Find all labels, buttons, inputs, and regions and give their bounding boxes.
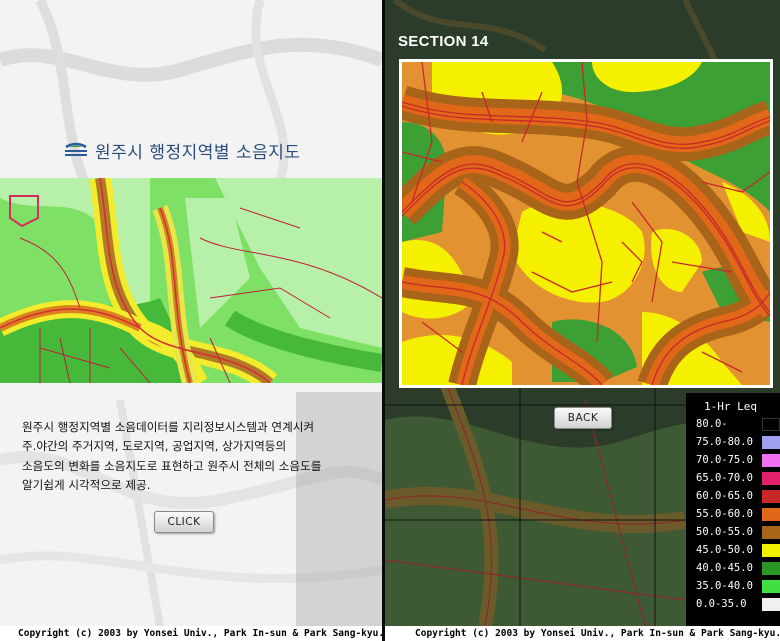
legend-label: 75.0-80.0 xyxy=(696,436,753,448)
legend-swatch xyxy=(762,580,780,593)
legend-swatch xyxy=(762,490,780,503)
legend-item: 35.0-40.0 xyxy=(686,579,780,593)
description-line: 원주시 행정지역별 소음데이터를 지리정보시스템과 연계시켜 xyxy=(22,420,315,434)
legend-swatch xyxy=(762,526,780,539)
legend-label: 35.0-40.0 xyxy=(696,580,753,592)
description-line: 알기쉽게 시각적으로 제공. xyxy=(22,477,151,492)
description: 원주시 행정지역별 소음데이터를 지리정보시스템과 연계시켜 주.야간의 주거지… xyxy=(22,418,367,495)
section-panel: SECTION 14 BACK 1-Hr Leq 80.0- 75.0-80.0… xyxy=(385,0,780,641)
section-title: SECTION 14 xyxy=(398,33,489,50)
legend-label: 80.0- xyxy=(696,418,728,430)
click-button[interactable]: CLICK xyxy=(154,511,214,533)
legend-item: 80.0- xyxy=(686,417,780,431)
legend-label: 65.0-70.0 xyxy=(696,472,753,484)
description-line: 소음도의 변화를 소음지도로 표현하고 원주시 전체의 소음도를 xyxy=(22,458,322,473)
legend-swatch xyxy=(762,544,780,557)
copyright-right: Copyright (c) 2003 by Yonsei Univ., Park… xyxy=(385,626,780,641)
city-logo-icon xyxy=(65,142,87,156)
legend-item: 40.0-45.0 xyxy=(686,561,780,575)
legend-swatch xyxy=(762,472,780,485)
legend-swatch xyxy=(762,508,780,521)
legend-label: 45.0-50.0 xyxy=(696,544,753,556)
legend-label: 50.0-55.0 xyxy=(696,526,753,538)
section-noise-map xyxy=(402,62,770,385)
noise-legend: 1-Hr Leq 80.0- 75.0-80.0 70.0-75.0 65.0-… xyxy=(686,393,780,626)
legend-item: 75.0-80.0 xyxy=(686,435,780,449)
intro-panel: 원주시 행정지역별 소음지도 원주시 행정지역별 소음데이터를 지리정보시스템과… xyxy=(0,0,382,641)
legend-item: 70.0-75.0 xyxy=(686,453,780,467)
legend-swatch xyxy=(762,598,780,611)
section-map-frame xyxy=(399,59,773,388)
copyright-left: Copyright (c) 2003 by Yonsei Univ., Park… xyxy=(0,626,382,641)
description-line: 주.야간의 주거지역, 도로지역, 공업지역, 상가지역등의 xyxy=(22,439,287,454)
legend-item: 50.0-55.0 xyxy=(686,525,780,539)
legend-label: 0.0-35.0 xyxy=(696,598,747,610)
legend-item: 55.0-60.0 xyxy=(686,507,780,521)
page-title: 원주시 행정지역별 소음지도 xyxy=(64,137,301,163)
legend-title: 1-Hr Leq xyxy=(704,400,757,413)
back-button[interactable]: BACK xyxy=(554,407,612,429)
legend-swatch xyxy=(762,562,780,575)
legend-item: 65.0-70.0 xyxy=(686,471,780,485)
legend-item: 0.0-35.0 xyxy=(686,597,780,611)
legend-swatch xyxy=(762,454,780,467)
legend-label: 70.0-75.0 xyxy=(696,454,753,466)
legend-swatch xyxy=(762,418,780,431)
legend-item: 60.0-65.0 xyxy=(686,489,780,503)
legend-label: 60.0-65.0 xyxy=(696,490,753,502)
legend-item: 45.0-50.0 xyxy=(686,543,780,557)
wonju-noise-map-preview xyxy=(0,178,382,383)
legend-swatch xyxy=(762,436,780,449)
legend-label: 40.0-45.0 xyxy=(696,562,753,574)
legend-label: 55.0-60.0 xyxy=(696,508,753,520)
page-title-text: 원주시 행정지역별 소음지도 xyxy=(95,142,301,163)
